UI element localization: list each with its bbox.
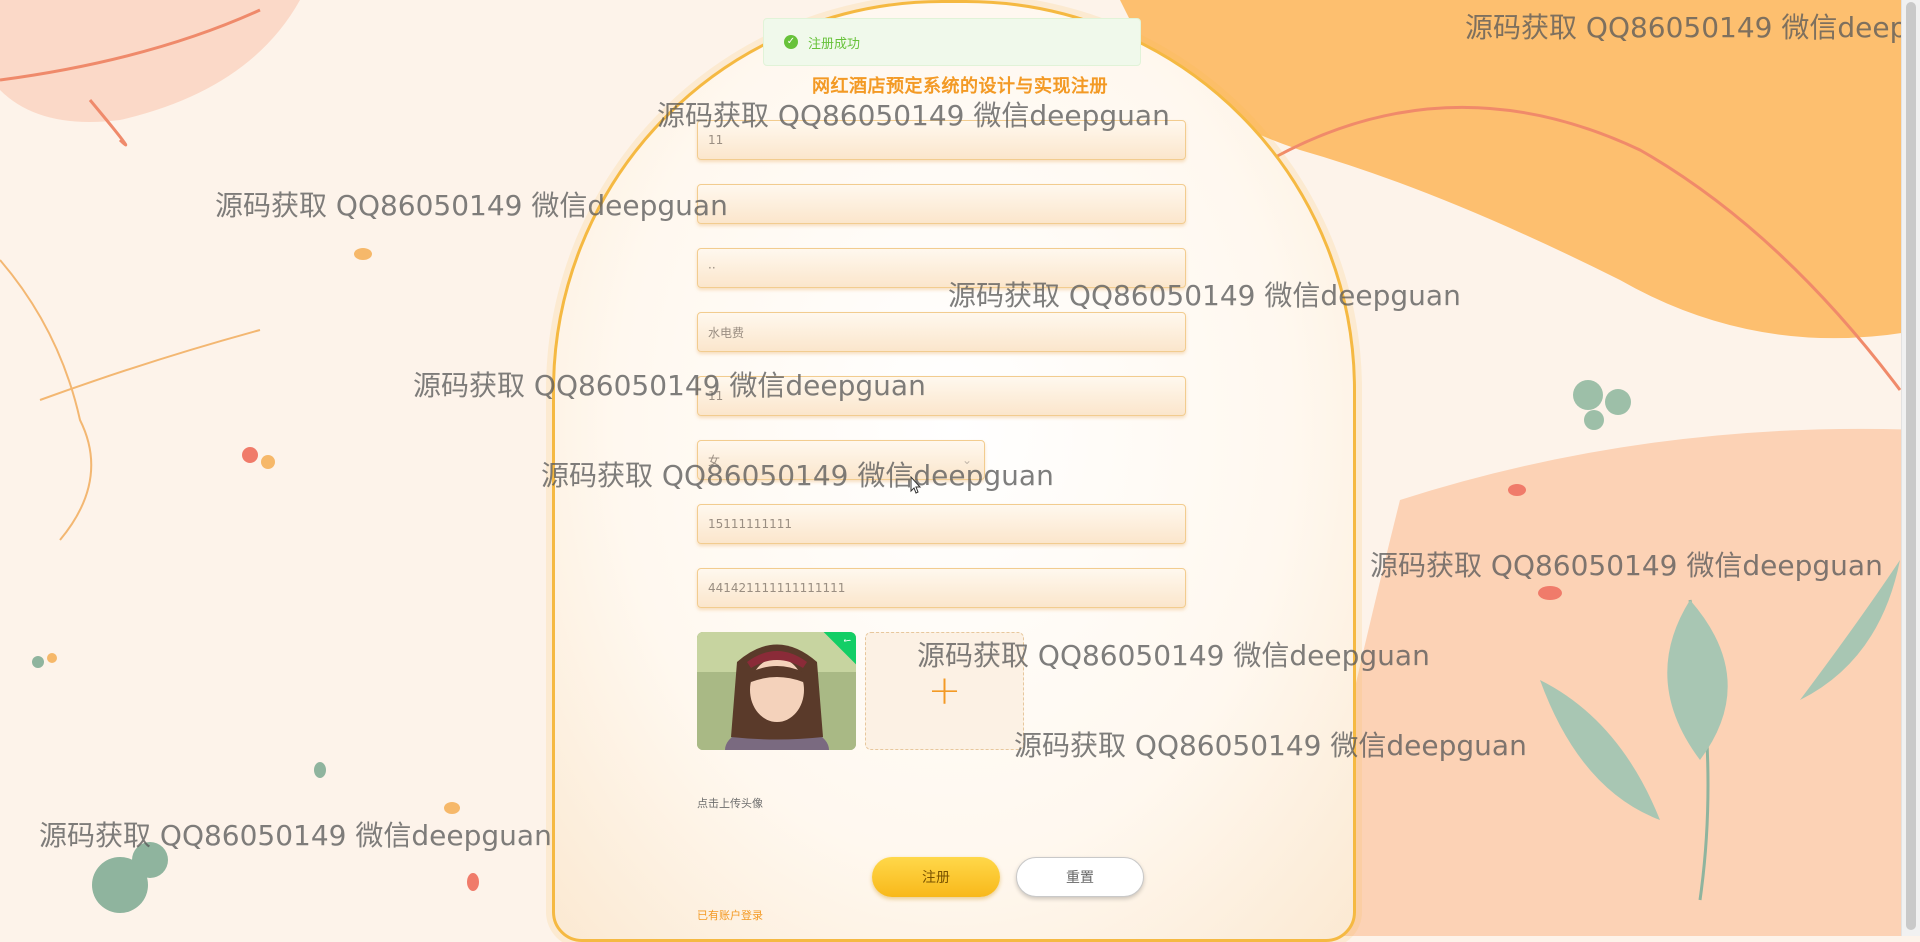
watermark-text: 源码获取 QQ86050149 微信deepguan [1370,549,1883,582]
watermark-text: 源码获取 QQ86050149 微信deepguan [948,279,1461,312]
login-link[interactable]: 已有账户登录 [697,907,763,923]
watermark-text: 源码获取 QQ86050149 微信deepguan [39,819,552,852]
scrollbar[interactable] [1901,0,1920,936]
check-icon: ✓ [784,35,798,49]
toast-message: 注册成功 [808,36,861,52]
watermark-text: 源码获取 QQ86050149 微信deepguan [215,189,728,222]
upload-hint: 点击上传头像 [697,797,763,810]
success-toast: ✓ 注册成功 [763,18,1141,66]
id-number-input[interactable]: 441421111111111111 [697,568,1186,608]
watermark-text: 源码获取 QQ86050149 微信deepguan [917,639,1430,672]
watermark-text: 源码获取 QQ86050149 微信deepguan [1014,729,1527,762]
plus-icon: + [927,668,962,714]
watermark-text: 源码获取 QQ86050149 微信deepguan [657,99,1170,132]
reset-button[interactable]: 重置 [1016,857,1144,897]
watermark-text: 源码获取 QQ86050149 微信deep [1465,11,1908,44]
watermark-text: 源码获取 QQ86050149 微信deepguan [541,459,1054,492]
avatar-image [697,632,856,750]
register-button[interactable]: 注册 [872,857,1000,897]
scrollbar-thumb[interactable] [1906,2,1916,930]
password-input[interactable] [697,184,1186,224]
avatar-preview[interactable]: ✓ [697,632,856,750]
name-input[interactable]: 水电费 [697,312,1186,352]
mouse-cursor-icon [910,476,922,494]
watermark-text: 源码获取 QQ86050149 微信deepguan [413,369,926,402]
phone-input[interactable]: 15111111111 [697,504,1186,544]
